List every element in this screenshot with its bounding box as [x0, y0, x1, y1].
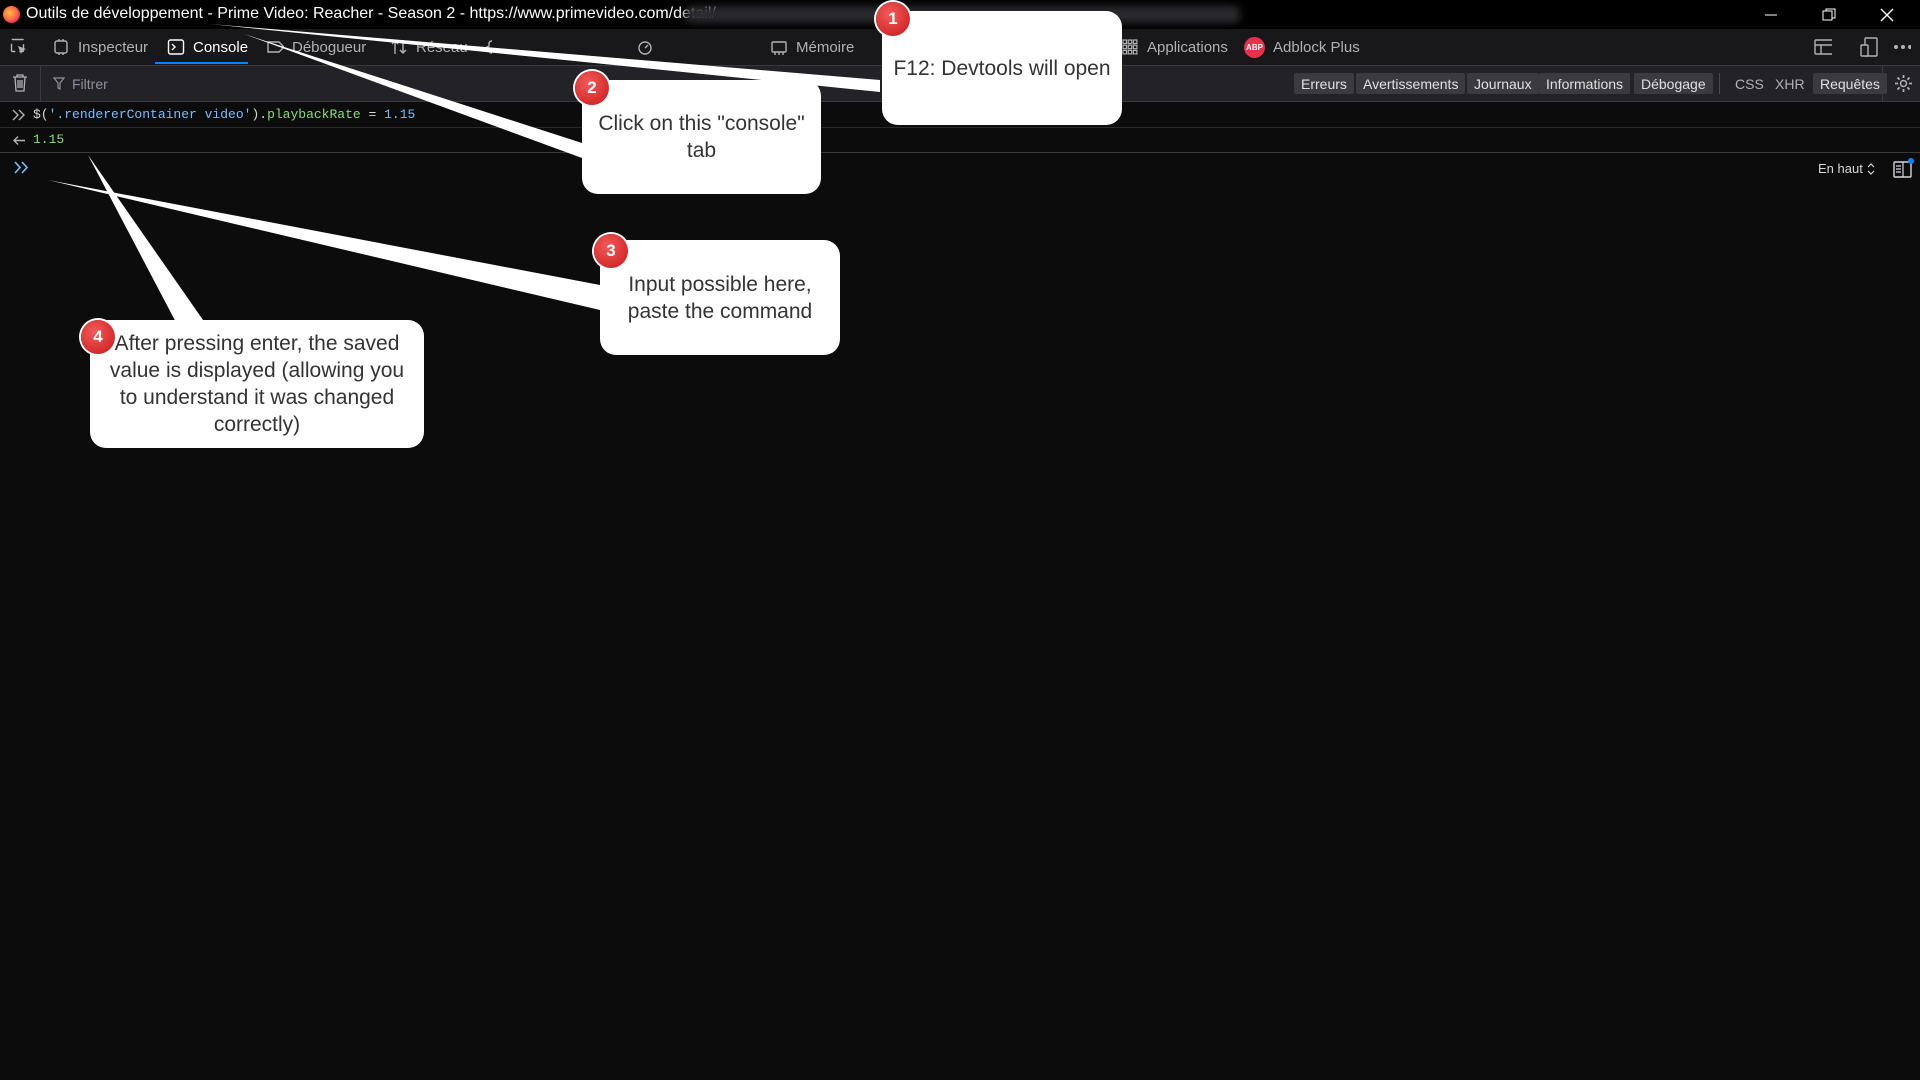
callout-pointers [48, 24, 880, 330]
step-marker-4: 4 [81, 320, 115, 354]
callout-bubble-1: F12: Devtools will open [882, 11, 1122, 125]
callout-bubble-4: After pressing enter, the saved value is… [90, 320, 424, 448]
step-marker-1: 1 [876, 2, 910, 36]
callout-bubble-2: Click on this "console" tab [582, 80, 821, 194]
callout-pointer-4 [88, 155, 210, 330]
step-marker-2: 2 [575, 71, 609, 105]
callout-bubble-3: Input possible here, paste the command [600, 240, 840, 355]
callout-pointer-3 [48, 180, 600, 310]
step-marker-3: 3 [594, 234, 628, 268]
